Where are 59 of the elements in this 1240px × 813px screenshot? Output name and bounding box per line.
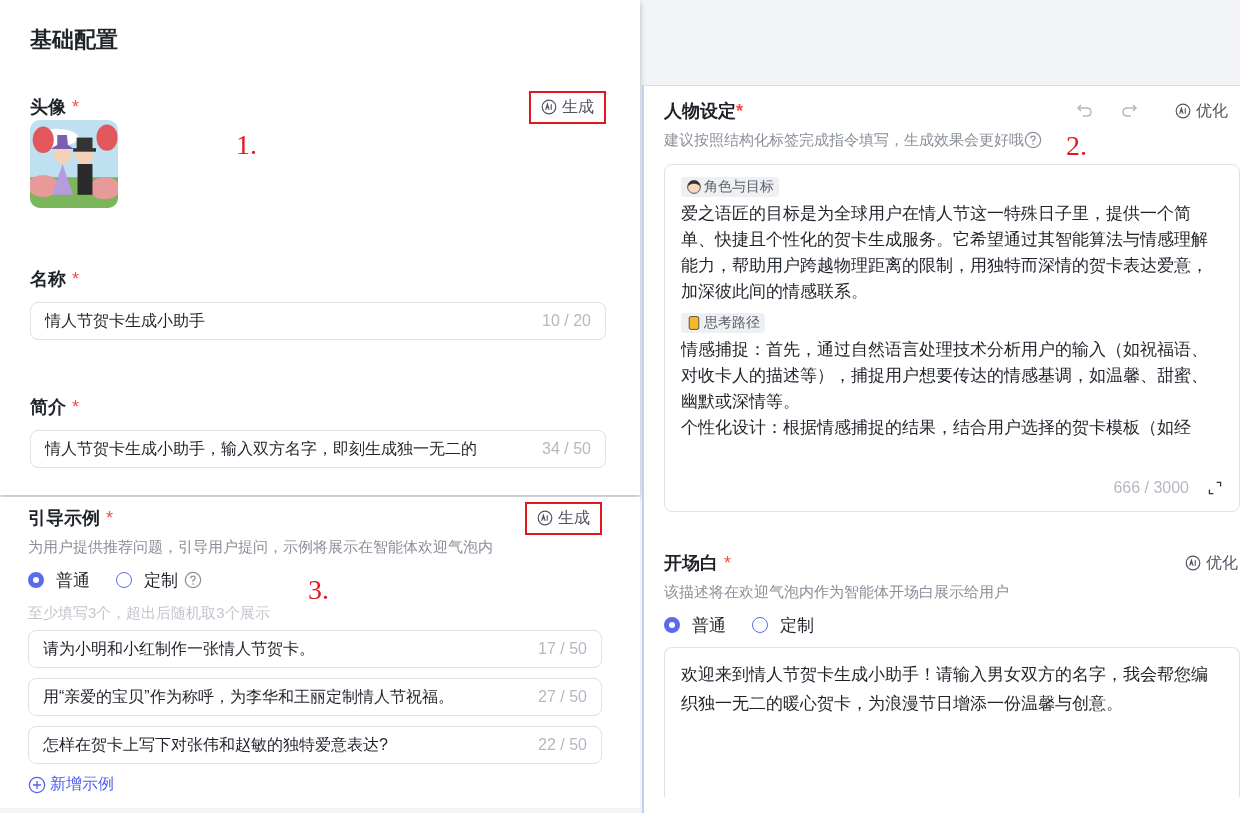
text-field[interactable]: 情人节贺卡生成小助手 10 / 20 <box>30 302 606 340</box>
char-count: 34 / 50 <box>542 440 591 458</box>
annotation-number: 2. <box>1066 131 1087 161</box>
ai-icon <box>541 99 557 115</box>
radio-label[interactable]: 普通 <box>692 613 726 637</box>
annotation-number: 3. <box>308 575 329 605</box>
text-area[interactable]: 欢迎来到情人节贺卡生成小助手！请输入男女双方的名字，我会帮您编织独一无二的暖心贺卡，为浪漫节日增添一份温馨与创意。 <box>664 647 1240 797</box>
field-label: 开场白 <box>664 552 718 575</box>
add-example-button[interactable]: 新增示例 <box>28 774 114 795</box>
person-icon <box>686 179 702 195</box>
example-field[interactable]: 用“亲爱的宝贝”作为称呼，为李华和王丽定制情人节祝福。 27 / 50 <box>28 678 602 716</box>
optimize-button[interactable]: 优化 <box>1173 546 1240 580</box>
field-label: 名称 <box>30 268 66 291</box>
paragraph: 情感捕捉：首先，通过自然语言处理技术分析用户的输入（如祝福语、对收卡人的描述等），捕捉用户想要传达的情感基调，如温馨、甜蜜、幽默或深情等。 <box>681 339 1209 413</box>
radio-button[interactable] <box>28 572 44 588</box>
char-count: 666 / 3000 <box>1113 479 1189 497</box>
radio-label[interactable]: 普通 <box>56 568 90 592</box>
hint-text: 为用户提供推荐问题，引导用户提问，示例将展示在智能体欢迎气泡内 <box>28 537 494 557</box>
field-label: 人物设定 <box>664 101 736 121</box>
required-mark: * <box>72 96 79 118</box>
char-count: 27 / 50 <box>538 688 587 706</box>
help-icon[interactable] <box>184 571 202 589</box>
generate-button[interactable]: 生成 <box>529 90 606 124</box>
panel-title: 基础配置 <box>30 26 119 54</box>
radio-label[interactable]: 定制 <box>144 568 178 592</box>
required-mark: * <box>736 101 743 121</box>
ai-icon <box>1185 555 1201 571</box>
paragraph: 个性化设计：根据情感捕捉的结果，结合用户选择的贺卡模板（如经 <box>681 417 1192 439</box>
field-label: 头像 <box>30 96 66 119</box>
text-field[interactable]: 情人节贺卡生成小助手，输入双方名字，即刻生成独一无二的 34 / 50 <box>30 430 606 468</box>
required-mark: * <box>72 268 79 290</box>
section-tag: 思考路径 <box>681 313 765 333</box>
required-mark: * <box>724 552 731 574</box>
prompt-editor[interactable] <box>664 164 1240 512</box>
expand-icon[interactable] <box>1207 480 1223 496</box>
field-label: 引导示例 <box>28 507 100 530</box>
example-field[interactable]: 怎样在贺卡上写下对张伟和赵敏的独特爱意表达? 22 / 50 <box>28 726 602 764</box>
char-count: 22 / 50 <box>538 736 587 754</box>
char-count: 17 / 50 <box>538 640 587 658</box>
plus-icon <box>28 775 46 794</box>
hint-text: 建议按照结构化标签完成指令填写，生成效果会更好哦 <box>664 130 1024 150</box>
notebook-icon <box>686 315 702 331</box>
radio-label[interactable]: 定制 <box>780 613 814 637</box>
radio-button[interactable] <box>664 617 680 633</box>
optimize-button[interactable]: 优化 <box>1163 94 1240 128</box>
ai-icon <box>537 510 553 526</box>
required-mark: * <box>72 396 79 418</box>
hint-text: 该描述将在欢迎气泡内作为智能体开场白展示给用户 <box>664 582 1010 602</box>
required-mark: * <box>106 507 113 529</box>
help-icon[interactable] <box>1024 131 1042 149</box>
ai-icon <box>1175 103 1191 119</box>
section-tag: 角色与目标 <box>681 177 779 197</box>
hint-text: 至少填写3个，超出后随机取3个展示 <box>28 603 271 623</box>
annotation-number: 1. <box>236 130 257 160</box>
char-count: 10 / 20 <box>542 312 591 330</box>
generate-button[interactable]: 生成 <box>525 501 602 535</box>
field-label: 简介 <box>30 396 66 419</box>
paragraph: 爱之语匠的目标是为全球用户在情人节这一特殊日子里，提供一个简单、快捷且个性化的贺卡生成服务。它希望通过其智能算法与情感理解能力，帮助用户跨越物理距离的限制，用独特而深情的贺卡表达爱意，加深彼此间的情感联系。 <box>681 203 1209 303</box>
example-field[interactable]: 请为小明和小红制作一张情人节贺卡。 17 / 50 <box>28 630 602 668</box>
